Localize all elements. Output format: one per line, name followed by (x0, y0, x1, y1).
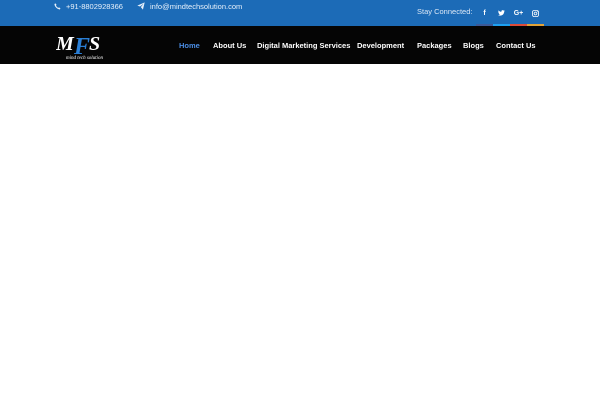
phone-contact[interactable]: +91-8802928366 (54, 0, 123, 12)
email-contact[interactable]: info@mindtechsolution.com (137, 0, 242, 12)
main-content-area (0, 64, 600, 400)
svg-text:mind tech solution: mind tech solution (66, 56, 103, 61)
main-navbar: M F S mind tech solution Home About Us D… (0, 26, 600, 64)
nav-item-blogs[interactable]: Blogs (463, 41, 484, 50)
paper-plane-icon (137, 2, 145, 10)
phone-number: +91-8802928366 (66, 1, 123, 11)
nav-item-home[interactable]: Home (179, 41, 200, 50)
nav-item-packages[interactable]: Packages (417, 41, 452, 50)
svg-text:S: S (89, 33, 100, 55)
twitter-icon (498, 10, 505, 16)
nav-item-contact-us[interactable]: Contact Us (496, 41, 536, 50)
nav-item-development[interactable]: Development (357, 41, 404, 50)
instagram-icon (532, 9, 539, 17)
stay-connected-label: Stay Connected: (417, 7, 473, 16)
instagram-link[interactable] (527, 0, 544, 26)
nav-item-digital-marketing-services[interactable]: Digital Marketing Services (257, 41, 350, 50)
email-address: info@mindtechsolution.com (150, 1, 243, 11)
facebook-link[interactable]: f (476, 0, 493, 26)
google-plus-link[interactable]: G+ (510, 0, 527, 26)
facebook-icon: f (483, 9, 486, 17)
top-bar: +91-8802928366 info@mindtechsolution.com… (0, 0, 600, 26)
phone-icon (54, 2, 61, 9)
site-logo[interactable]: M F S mind tech solution (55, 28, 112, 62)
google-plus-icon: G+ (513, 9, 524, 17)
nav-item-about-us[interactable]: About Us (213, 41, 246, 50)
mfs-logo-icon: M F S mind tech solution (55, 33, 103, 61)
twitter-link[interactable] (493, 0, 510, 26)
svg-text:M: M (56, 33, 75, 55)
